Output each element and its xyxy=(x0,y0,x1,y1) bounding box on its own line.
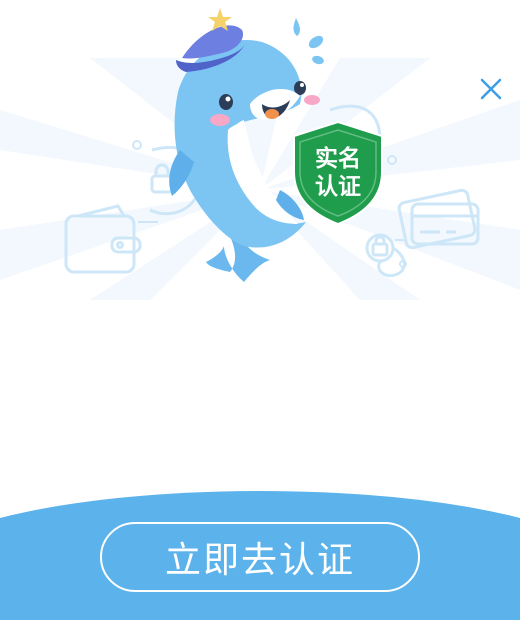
close-icon xyxy=(480,78,502,100)
badge-line1: 实名 xyxy=(315,145,361,172)
verify-now-button[interactable]: 立即去认证 xyxy=(100,522,420,592)
close-button[interactable] xyxy=(474,72,508,106)
badge-line2: 认证 xyxy=(315,174,361,200)
water-drops-icon xyxy=(293,18,324,65)
verification-illustration: 实名 认证 xyxy=(0,0,520,300)
modal-footer: 立即去认证 xyxy=(0,480,520,620)
verification-modal: 实名 认证 立即去认证 xyxy=(0,0,520,620)
